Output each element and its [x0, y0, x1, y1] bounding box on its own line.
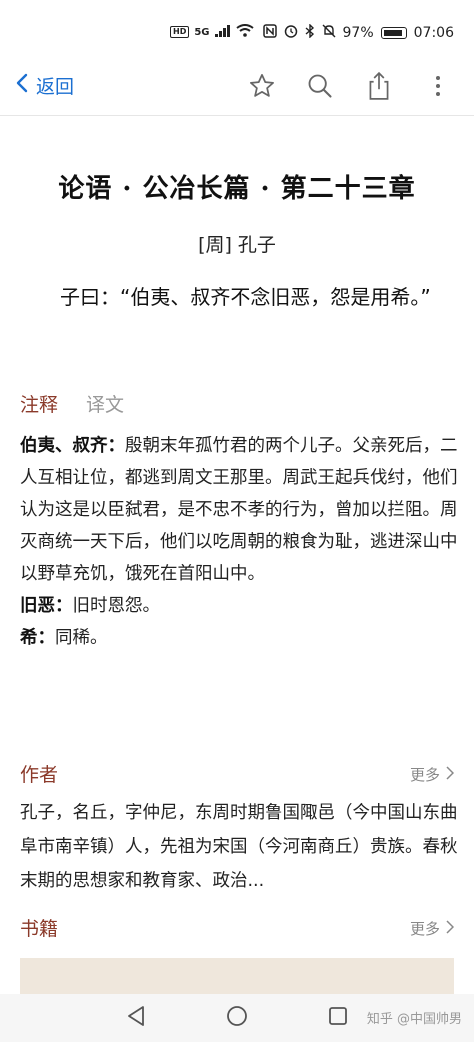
note-sep: ：	[37, 628, 56, 648]
wifi-icon	[235, 24, 254, 40]
triangle-back-icon	[126, 1005, 146, 1031]
network-label: 5G	[194, 26, 210, 38]
article-text: 子曰：“伯夷、叔齐不念旧恶，怨是用希。”	[60, 285, 431, 309]
chevron-right-icon	[446, 919, 455, 938]
author-more-button[interactable]: 更多	[409, 764, 455, 785]
author-bio: 孔子，名丘，字仲尼，东周时期鲁国陬邑（今中国山东曲阜市南辛镇）人，先祖为宋国（今…	[20, 803, 458, 891]
status-right: 97% 07:06	[262, 23, 454, 42]
note-sep: ：	[55, 596, 73, 616]
circle-home-icon	[226, 1005, 248, 1031]
star-icon	[248, 72, 276, 104]
clock: 07:06	[413, 25, 454, 41]
nav-home-button[interactable]	[221, 1002, 253, 1034]
note-item: 伯夷、叔齐：殷朝末年孤竹君的两个儿子。父亲死后，二人互相让位，都逃到周文王那里。…	[20, 430, 460, 590]
tab-translation[interactable]: 译文	[86, 390, 124, 417]
poem-author: [周] 孔子	[198, 234, 276, 256]
search-button[interactable]	[302, 70, 338, 106]
hd-badge: HD	[170, 26, 190, 38]
square-recents-icon	[328, 1006, 348, 1030]
note-term: 希	[20, 628, 38, 648]
battery-percent: 97%	[342, 25, 374, 41]
signal-icon	[214, 24, 231, 40]
star-button[interactable]	[244, 70, 280, 106]
books-more-button[interactable]: 更多	[409, 918, 455, 939]
chevron-right-icon	[446, 765, 455, 784]
books-more-label: 更多	[409, 920, 440, 938]
note-text: 同稀。	[55, 628, 108, 648]
alarm-icon	[284, 24, 298, 42]
note-text: 旧时恩怨。	[72, 596, 161, 616]
note-term: 伯夷、叔齐	[20, 436, 108, 456]
nfc-icon	[262, 24, 277, 42]
share-button[interactable]	[361, 70, 397, 106]
note-item: 希：同稀。	[20, 622, 460, 654]
system-nav-bar: 知乎 @中国帅男	[0, 994, 474, 1042]
nav-back-button[interactable]	[120, 1002, 152, 1034]
nav-bar: 返回	[0, 60, 474, 116]
back-label: 返回	[36, 76, 75, 98]
nav-recents-button[interactable]	[322, 1002, 354, 1034]
note-item: 旧恶：旧时恩怨。	[20, 590, 460, 622]
tab-notes[interactable]: 注释	[20, 390, 58, 417]
mute-bell-icon	[322, 24, 336, 42]
more-vertical-icon	[435, 74, 441, 102]
note-sep: ：	[107, 436, 126, 456]
back-chevron-icon	[16, 73, 28, 98]
page-title: 论语 · 公冶长篇 · 第二十三章	[58, 174, 416, 204]
author-more-label: 更多	[409, 766, 440, 784]
back-button[interactable]: 返回	[16, 72, 74, 99]
more-button[interactable]	[420, 70, 456, 106]
watermark: 知乎 @中国帅男	[366, 1012, 462, 1027]
note-term: 旧恶	[20, 596, 55, 616]
status-bar: HD 5G 97% 07:06	[0, 0, 474, 60]
bluetooth-icon	[305, 23, 315, 42]
author-section-title: 作者	[20, 764, 59, 786]
status-left: HD 5G	[170, 24, 254, 40]
search-icon	[306, 72, 334, 104]
battery-icon	[380, 27, 407, 39]
note-text: 殷朝末年孤竹君的两个儿子。父亲死后，二人互相让位，都逃到周文王那里。周武王起兵伐…	[20, 436, 458, 584]
annotation-tabs: 注释 译文	[20, 390, 124, 417]
notes-list: 伯夷、叔齐：殷朝末年孤竹君的两个儿子。父亲死后，二人互相让位，都逃到周文王那里。…	[20, 430, 460, 654]
book-card[interactable]	[20, 958, 454, 994]
share-icon	[366, 71, 392, 105]
books-section-title: 书籍	[20, 918, 59, 940]
